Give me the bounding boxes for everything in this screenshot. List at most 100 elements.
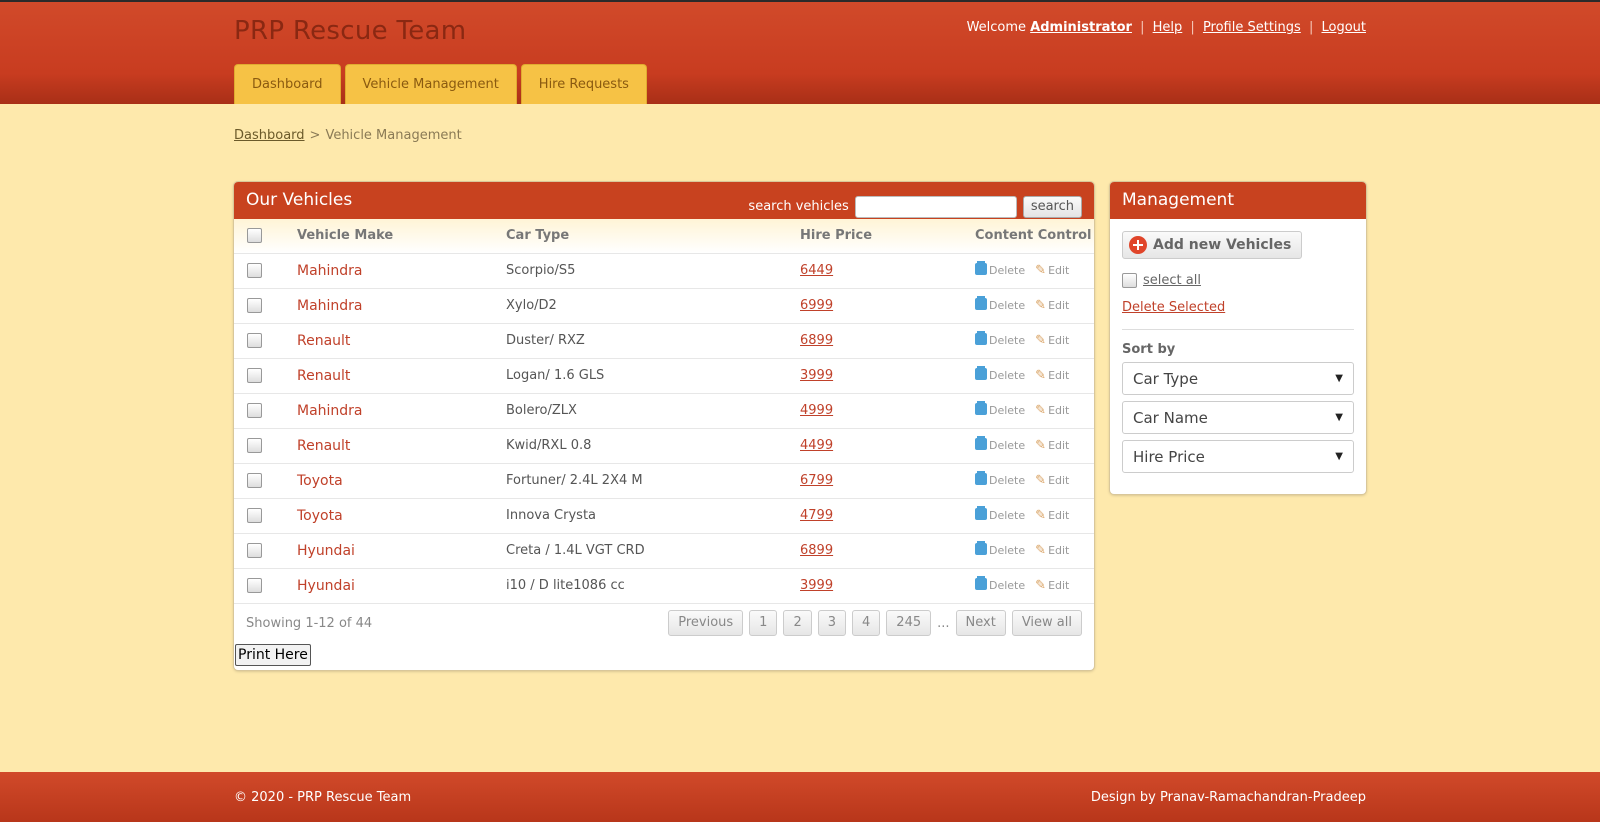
page-245-button[interactable]: 245 [886, 610, 932, 636]
vehicle-make-link[interactable]: Hyundai [297, 543, 355, 559]
select-all-checkbox[interactable] [1122, 273, 1137, 288]
edit-button[interactable]: ✎ Edit [1035, 333, 1069, 348]
previous-page-button[interactable]: Previous [668, 610, 744, 636]
sort-hire-price-select[interactable]: Hire Price ▼ [1122, 440, 1354, 473]
row-checkbox[interactable] [247, 403, 262, 418]
sort-car-name-select[interactable]: Car Name ▼ [1122, 401, 1354, 434]
print-button[interactable]: Print Here [235, 644, 311, 666]
view-all-button[interactable]: View all [1011, 610, 1082, 636]
vehicles-panel: Our Vehicles search vehicles search Vehi… [234, 182, 1094, 670]
next-page-button[interactable]: Next [955, 610, 1006, 636]
delete-label: Delete [989, 334, 1026, 347]
vehicle-make-link[interactable]: Hyundai [297, 578, 355, 594]
delete-button[interactable]: Delete [975, 471, 1025, 487]
vehicle-make-link[interactable]: Renault [297, 368, 350, 384]
row-checkbox[interactable] [247, 578, 262, 593]
design-credit: Design by Pranav-Ramachandran-Pradeep [1090, 790, 1366, 805]
pencil-icon: ✎ [1035, 298, 1047, 313]
copyright-text: © 2020 - PRP Rescue Team [234, 790, 412, 805]
search-button[interactable]: search [1022, 195, 1082, 218]
row-checkbox[interactable] [247, 473, 262, 488]
select-all-checkbox[interactable] [247, 228, 262, 244]
car-type-cell: Xylo/D2 [506, 298, 557, 313]
edit-button[interactable]: ✎ Edit [1035, 438, 1069, 453]
hire-price-link[interactable]: 6799 [800, 473, 833, 488]
tab-dashboard[interactable]: Dashboard [234, 64, 341, 104]
hire-price-link[interactable]: 6449 [800, 263, 833, 278]
table-row: Toyota Innova Crysta 4799 Delete ✎ Edit [234, 498, 1094, 533]
row-checkbox[interactable] [247, 263, 262, 278]
edit-label: Edit [1048, 264, 1070, 277]
edit-button[interactable]: ✎ Edit [1035, 298, 1069, 313]
site-header: PRP Rescue Team Welcome Administrator | … [0, 0, 1600, 104]
caret-down-icon: ▼ [1335, 373, 1343, 384]
row-checkbox[interactable] [247, 543, 262, 558]
breadcrumb-current: Vehicle Management [325, 128, 462, 143]
delete-label: Delete [989, 439, 1026, 452]
tab-vehicle-management[interactable]: Vehicle Management [344, 64, 517, 104]
delete-button[interactable]: Delete [975, 331, 1026, 347]
delete-button[interactable]: Delete [975, 401, 1025, 417]
hire-price-link[interactable]: 3999 [800, 368, 833, 383]
vehicle-make-link[interactable]: Mahindra [297, 403, 363, 419]
vehicle-make-link[interactable]: Toyota [297, 473, 343, 489]
tab-hire-requests[interactable]: Hire Requests [520, 64, 647, 104]
sort-select-value: Car Name [1133, 408, 1208, 427]
user-link[interactable]: Administrator [1030, 20, 1132, 35]
profile-settings-link[interactable]: Profile Settings [1203, 20, 1301, 35]
hire-price-link[interactable]: 4799 [800, 508, 833, 523]
table-row: Renault Kwid/RXL 0.8 4499 Delete ✎ Edit [234, 428, 1094, 463]
breadcrumb: Dashboard > Vehicle Management [234, 128, 462, 143]
delete-button[interactable]: Delete [975, 576, 1025, 592]
edit-button[interactable]: ✎ Edit [1035, 508, 1069, 523]
help-link[interactable]: Help [1153, 20, 1183, 35]
logout-link[interactable]: Logout [1321, 20, 1366, 35]
page-1-button[interactable]: 1 [749, 610, 778, 636]
sort-car-type-select[interactable]: Car Type ▼ [1122, 362, 1354, 395]
select-all-link[interactable]: select all [1143, 273, 1201, 288]
trash-icon [975, 261, 987, 275]
car-type-cell: Bolero/ZLX [506, 403, 577, 418]
delete-button[interactable]: Delete [975, 296, 1025, 312]
column-vehicle-make[interactable]: Vehicle Make [297, 219, 506, 253]
delete-button[interactable]: Delete [975, 366, 1025, 382]
edit-button[interactable]: ✎ Edit [1035, 263, 1070, 278]
hire-price-link[interactable]: 3999 [800, 578, 833, 593]
edit-button[interactable]: ✎ Edit [1035, 578, 1069, 593]
vehicle-make-link[interactable]: Renault [297, 438, 350, 454]
showing-count: Showing 1-12 of 44 [246, 616, 373, 631]
edit-button[interactable]: ✎ Edit [1035, 368, 1069, 383]
row-checkbox[interactable] [247, 333, 262, 348]
hire-price-link[interactable]: 6899 [800, 543, 833, 558]
page-4-button[interactable]: 4 [852, 610, 881, 636]
main-tabs: Dashboard Vehicle Management Hire Reques… [234, 64, 647, 104]
edit-button[interactable]: ✎ Edit [1035, 543, 1069, 558]
vehicle-make-link[interactable]: Mahindra [297, 263, 363, 279]
page-3-button[interactable]: 3 [817, 610, 847, 636]
row-checkbox[interactable] [247, 438, 262, 453]
edit-button[interactable]: ✎ Edit [1035, 473, 1069, 488]
hire-price-link[interactable]: 6899 [800, 333, 833, 348]
page-2-button[interactable]: 2 [783, 610, 812, 636]
row-checkbox[interactable] [247, 368, 262, 383]
vehicle-make-link[interactable]: Toyota [297, 508, 343, 524]
hire-price-link[interactable]: 6999 [800, 298, 833, 313]
vehicle-make-link[interactable]: Renault [297, 333, 350, 349]
vehicles-table: Vehicle Make Car Type Hire Price Content… [234, 219, 1094, 604]
row-checkbox[interactable] [247, 298, 262, 313]
delete-button[interactable]: Delete [975, 436, 1026, 452]
breadcrumb-dashboard-link[interactable]: Dashboard [234, 128, 305, 143]
delete-selected-link[interactable]: Delete Selected [1122, 300, 1354, 315]
edit-button[interactable]: ✎ Edit [1035, 403, 1069, 418]
hire-price-link[interactable]: 4999 [800, 403, 833, 418]
trash-icon [975, 506, 987, 520]
search-input[interactable] [854, 195, 1017, 218]
delete-button[interactable]: Delete [975, 541, 1025, 557]
delete-button[interactable]: Delete [975, 506, 1025, 522]
car-type-cell: Creta / 1.4L VGT CRD [506, 543, 645, 558]
add-new-vehicles-button[interactable]: Add new Vehicles [1122, 231, 1303, 259]
hire-price-link[interactable]: 4499 [800, 438, 833, 453]
row-checkbox[interactable] [247, 508, 262, 523]
delete-button[interactable]: Delete [975, 261, 1025, 277]
vehicle-make-link[interactable]: Mahindra [297, 298, 363, 314]
